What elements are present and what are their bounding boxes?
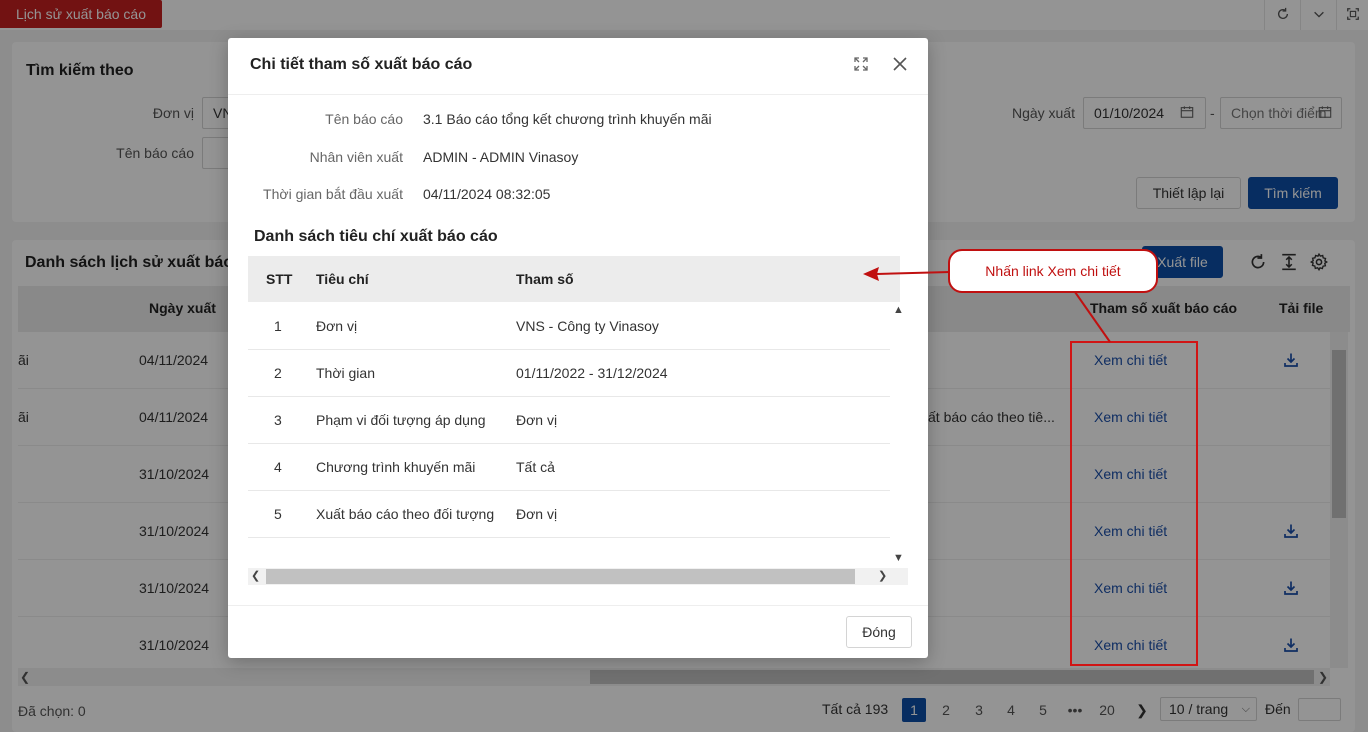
criteria-name-cell: Phạm vi đối tượng áp dụng: [316, 412, 486, 428]
arrowhead-icon: [863, 267, 879, 281]
column-stt: STT: [266, 271, 293, 287]
annotation-callout: Nhấn link Xem chi tiết: [948, 249, 1158, 293]
criteria-stt-cell: 5: [274, 506, 282, 522]
criteria-stt-cell: 3: [274, 412, 282, 428]
criteria-horizontal-thumb[interactable]: [266, 569, 855, 584]
criteria-param-cell: Đơn vị: [516, 412, 558, 428]
criteria-name-cell: Thời gian: [316, 365, 375, 381]
close-button[interactable]: Đóng: [846, 616, 912, 648]
criteria-name-cell: Xuất báo cáo theo đối tượng: [316, 506, 495, 522]
field-value: 04/11/2024 08:32:05: [423, 186, 551, 202]
column-param: Tham số: [516, 271, 574, 287]
criteria-stt-cell: 1: [274, 318, 282, 334]
criteria-name-cell: Chương trình khuyến mãi: [316, 459, 476, 475]
field-label: Thời gian bắt đầu xuất: [263, 186, 403, 202]
scroll-down-icon[interactable]: ▼: [893, 552, 904, 564]
modal-footer: [228, 605, 928, 658]
field-label: Tên báo cáo: [325, 111, 403, 127]
close-icon[interactable]: [892, 56, 908, 75]
field-value: 3.1 Báo cáo tổng kết chương trình khuyến…: [423, 111, 712, 127]
detail-modal: Chi tiết tham số xuất báo cáo Tên báo cá…: [228, 38, 928, 658]
scroll-left-icon[interactable]: ❮: [251, 569, 260, 582]
scroll-right-icon[interactable]: ❯: [878, 569, 887, 582]
criteria-title: Danh sách tiêu chí xuất báo cáo: [254, 228, 498, 245]
field-label: Nhân viên xuất: [309, 149, 403, 165]
criteria-name-cell: Đơn vị: [316, 318, 358, 334]
criteria-stt-cell: 4: [274, 459, 282, 475]
highlight-box: [1070, 341, 1198, 666]
arrow-to-links: [1074, 291, 1111, 343]
criteria-stt-cell: 2: [274, 365, 282, 381]
modal-title: Chi tiết tham số xuất báo cáo: [250, 56, 473, 73]
criteria-param-cell: Tất cả: [516, 459, 555, 475]
column-criteria: Tiêu chí: [316, 271, 369, 287]
criteria-param-cell: 01/11/2022 - 31/12/2024: [516, 365, 668, 381]
arrow-to-table: [876, 271, 951, 275]
criteria-param-cell: VNS - Công ty Vinasoy: [516, 318, 659, 334]
expand-icon[interactable]: [853, 56, 869, 75]
field-value: ADMIN - ADMIN Vinasoy: [423, 149, 579, 165]
criteria-param-cell: Đơn vị: [516, 506, 558, 522]
